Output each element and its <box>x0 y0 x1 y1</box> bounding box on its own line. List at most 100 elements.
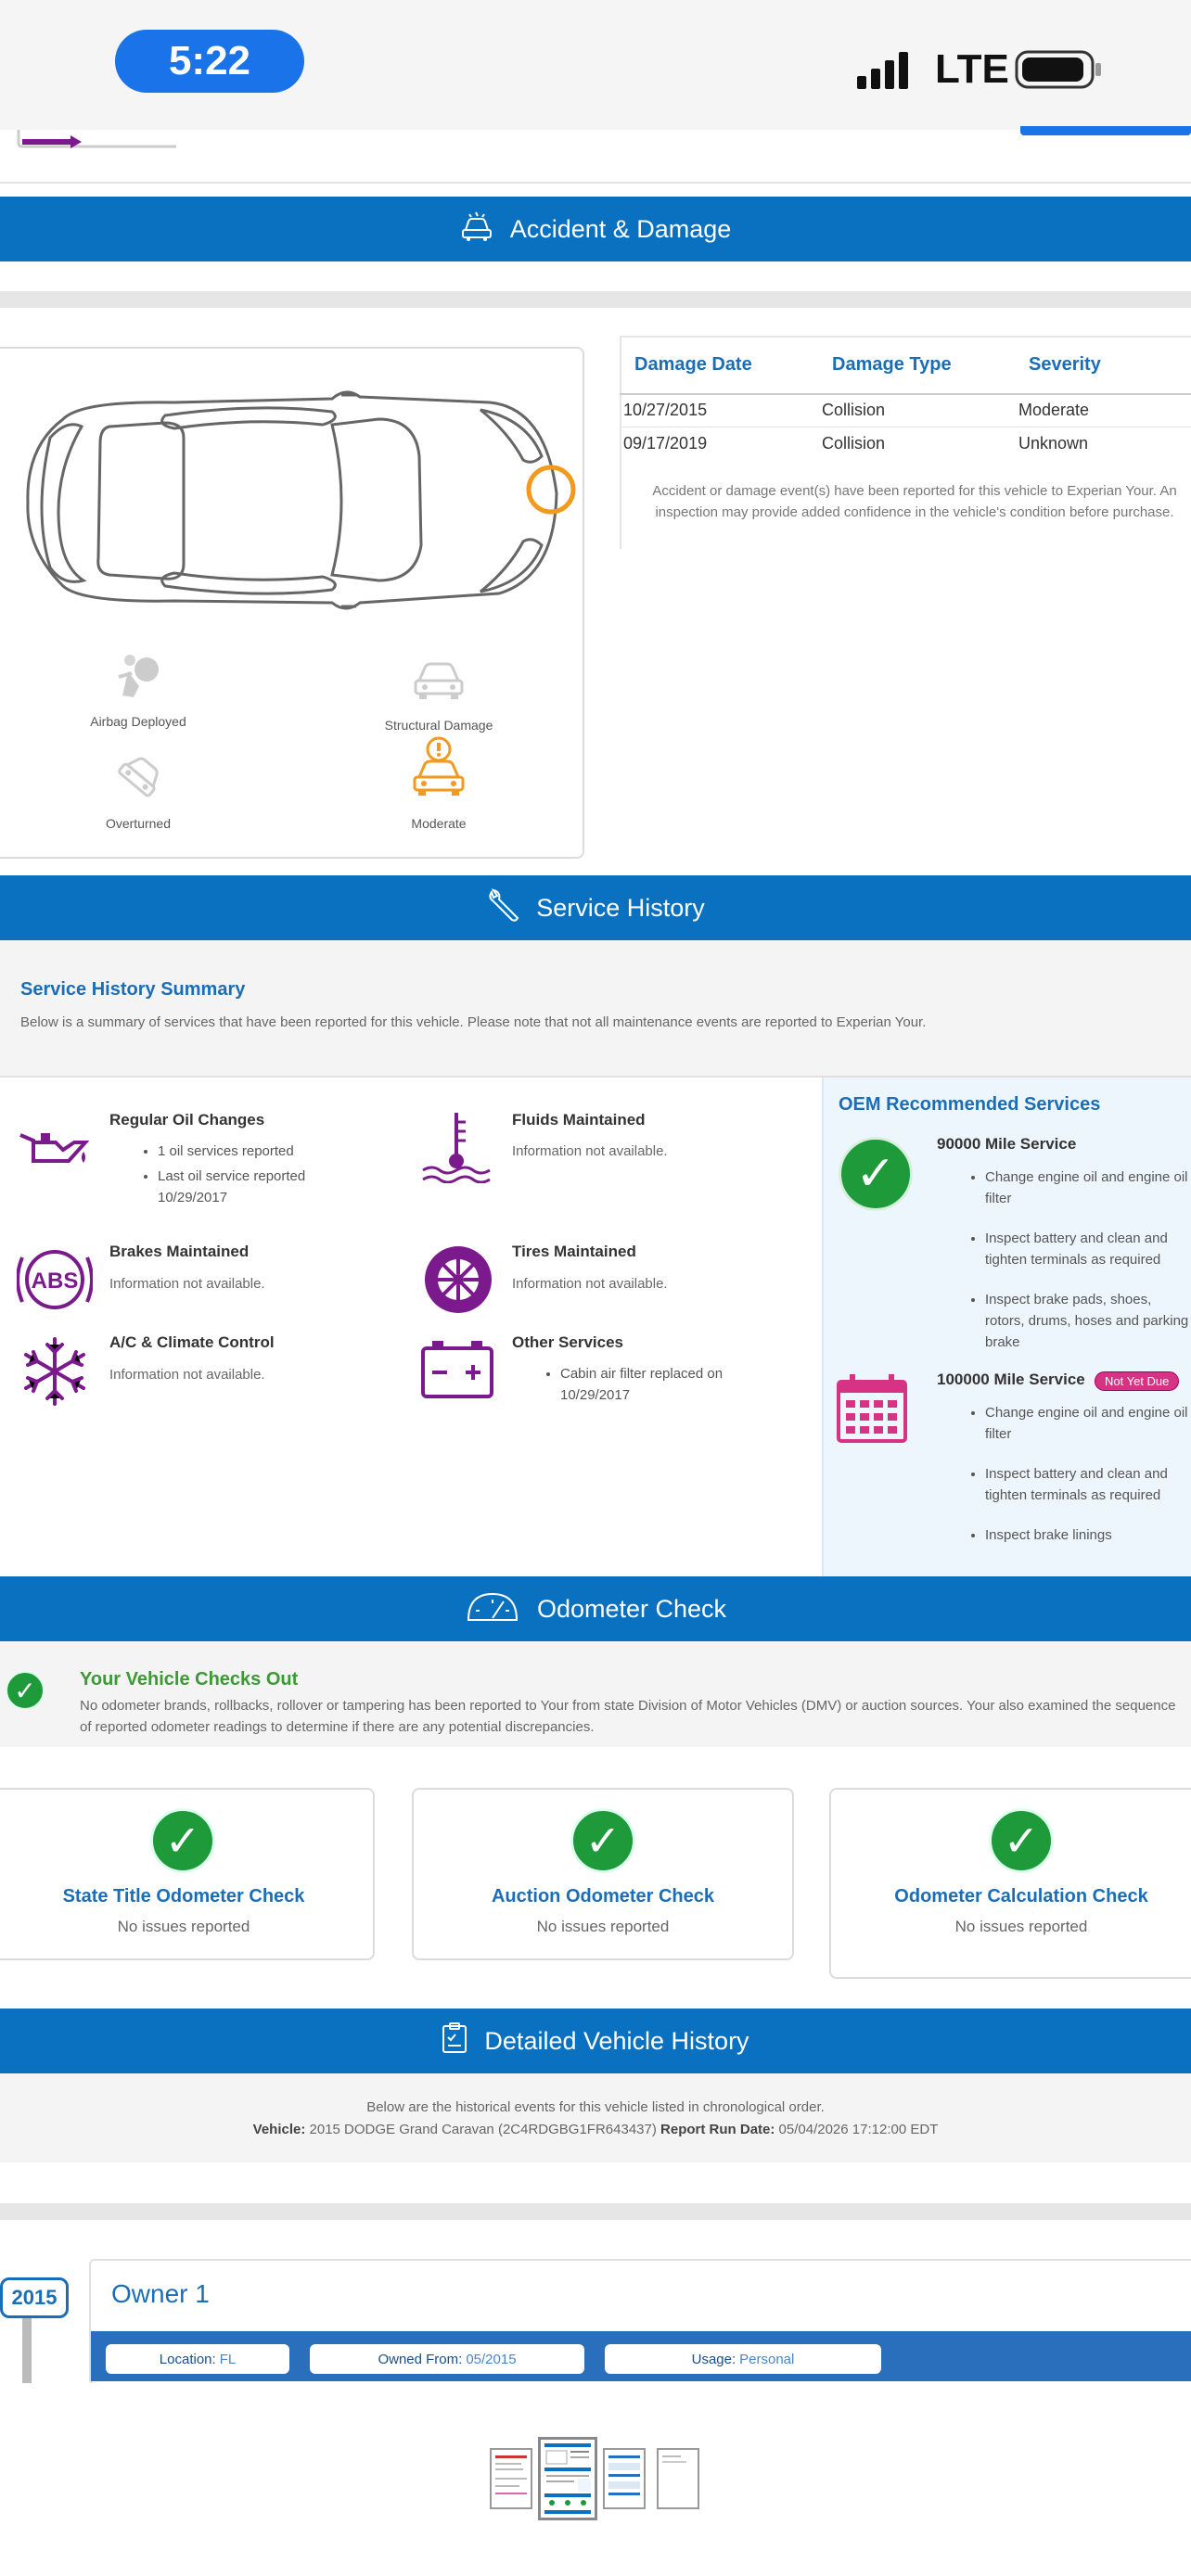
history-intro: Below are the historical events for this… <box>366 2099 825 2115</box>
run-date-label: Report Run Date: <box>660 2122 775 2137</box>
oem-1-item-2: Inspect battery and clean and tighten te… <box>985 1228 1191 1270</box>
car-damage-icon <box>460 211 493 248</box>
oem-title: OEM Recommended Services <box>839 1094 1101 1115</box>
back-arrow-icon[interactable] <box>9 130 184 154</box>
location-value: FL <box>219 2351 237 2367</box>
other-list: Cabin air filter replaced on 10/29/2017 <box>540 1363 762 1409</box>
ac-text: Information not available. <box>109 1367 265 1383</box>
page-thumbnail[interactable] <box>603 2448 646 2509</box>
card-3-sub: No issues reported <box>954 1918 1088 1935</box>
service-summary-panel <box>0 940 1191 1078</box>
row2-severity: Unknown <box>1018 434 1089 453</box>
wrench-icon <box>486 887 519 928</box>
status-time: 5:22 <box>115 30 304 93</box>
accident-section-header: Accident & Damage <box>0 197 1191 261</box>
structural-damage-icon <box>412 658 466 701</box>
ok-check-icon: ✓ <box>6 1671 45 1710</box>
table-row: 09/17/2019 Collision Unknown <box>623 434 1191 464</box>
brakes-text: Information not available. <box>109 1276 265 1292</box>
calendar-icon <box>835 1372 909 1445</box>
overturned-label: Overturned <box>105 816 172 831</box>
tires-text: Information not available. <box>512 1276 668 1292</box>
vehicle-label: Vehicle: <box>252 2122 306 2137</box>
oem-2-item-3: Inspect brake linings <box>985 1524 1191 1546</box>
oil-title: Regular Oil Changes <box>109 1111 265 1129</box>
usage-label: Usage: <box>691 2351 736 2367</box>
oem-service-1-title: 90000 Mile Service <box>937 1135 1077 1153</box>
odometer-ok-text: No odometer brands, rollbacks, rollover … <box>80 1698 1176 1735</box>
tires-title: Tires Maintained <box>512 1243 636 1260</box>
card-2-sub: No issues reported <box>536 1918 670 1935</box>
history-section-header: Detailed Vehicle History <box>0 2009 1191 2073</box>
card-2-title: Auction Odometer Check <box>491 1886 715 1906</box>
battery-icon <box>1015 50 1104 89</box>
usage-pill: Usage: Personal <box>605 2344 881 2374</box>
page-thumbnail[interactable] <box>657 2448 699 2509</box>
service-summary-title: Service History Summary <box>20 979 246 1000</box>
network-label: LTE <box>935 46 1009 92</box>
card-3-check-icon: ✓ <box>989 1808 1054 1873</box>
snowflake-icon <box>20 1335 89 1408</box>
fluids-icon <box>419 1109 493 1184</box>
page-thumbnail-current[interactable] <box>538 2437 597 2520</box>
speedometer-icon <box>465 1590 520 1628</box>
oil-can-icon <box>17 1124 91 1176</box>
not-yet-due-badge: Not Yet Due <box>1095 1371 1180 1391</box>
ac-title: A/C & Climate Control <box>109 1333 275 1351</box>
card-1-check-icon: ✓ <box>150 1808 215 1873</box>
row1-date: 10/27/2015 <box>623 401 708 419</box>
usage-value: Personal <box>739 2351 795 2367</box>
impact-marker-icon <box>525 464 577 516</box>
service-summary-text: Below is a summary of services that have… <box>20 1014 927 1030</box>
gray-strip <box>0 2203 1191 2220</box>
odometer-section-title: Odometer Check <box>536 1594 727 1623</box>
car-topview-diagram <box>26 382 583 619</box>
abs-brake-icon: ABS <box>16 1246 94 1313</box>
oem-1-item-3: Inspect brake pads, shoes, rotors, drums… <box>985 1289 1191 1353</box>
oem-service-2-list: Change engine oil and engine oil filter … <box>965 1402 1191 1549</box>
location-label: Location: <box>159 2351 216 2367</box>
service-section-header: Service History <box>0 875 1191 940</box>
oem-service-2-title: 100000 Mile Service <box>937 1371 1085 1388</box>
card-1-title: State Title Odometer Check <box>62 1886 305 1906</box>
oil-list: 1 oil services reported Last oil service… <box>137 1141 332 1208</box>
signal-icon <box>857 48 922 89</box>
owner-title: Owner 1 <box>111 2279 210 2308</box>
run-date-value: 05/04/2026 17:12:00 EDT <box>778 2122 939 2137</box>
vehicle-value: 2015 DODGE Grand Caravan (2C4RDGBG1FR643… <box>309 2122 657 2137</box>
row1-type: Collision <box>822 401 886 419</box>
battery-service-icon <box>419 1339 495 1400</box>
owned-from-value: 05/2015 <box>466 2351 517 2367</box>
owned-from-label: Owned From: <box>378 2351 463 2367</box>
timeline-line <box>22 2318 32 2383</box>
tire-icon <box>423 1244 493 1315</box>
gray-strip <box>0 291 1191 308</box>
brakes-title: Brakes Maintained <box>109 1243 250 1260</box>
odometer-ok-title: Your Vehicle Checks Out <box>80 1669 299 1690</box>
card-2-check-icon: ✓ <box>570 1808 635 1873</box>
airbag-icon <box>113 649 165 701</box>
fluids-title: Fluids Maintained <box>512 1111 646 1129</box>
damage-note: Accident or damage event(s) have been re… <box>652 483 1177 520</box>
row2-date: 09/17/2019 <box>623 434 708 453</box>
structural-damage-label: Structural Damage <box>384 718 493 733</box>
header-damage-type: Damage Type <box>832 354 952 375</box>
header-severity: Severity <box>1029 354 1101 375</box>
moderate-damage-icon <box>410 736 467 797</box>
page-thumbnail[interactable] <box>490 2448 532 2509</box>
header-damage-date: Damage Date <box>634 354 752 375</box>
clipboard-icon <box>442 2021 467 2060</box>
service-section-title: Service History <box>536 893 705 922</box>
airbag-label: Airbag Deployed <box>90 714 186 729</box>
timeline-year-badge: 2015 <box>0 2277 69 2318</box>
history-vehicle-line: Vehicle: 2015 DODGE Grand Caravan (2C4RD… <box>0 2122 1191 2137</box>
oem-2-item-1: Change engine oil and engine oil filter <box>985 1402 1191 1445</box>
oem-1-item-1: Change engine oil and engine oil filter <box>985 1167 1191 1209</box>
other-item-1: Cabin air filter replaced on 10/29/2017 <box>560 1363 762 1406</box>
history-intro-panel <box>0 2073 1191 2162</box>
row1-severity: Moderate <box>1018 401 1090 419</box>
card-1-sub: No issues reported <box>117 1918 250 1935</box>
top-button-remnant[interactable] <box>1020 126 1191 135</box>
other-title: Other Services <box>512 1333 624 1351</box>
oem-2-item-2: Inspect battery and clean and tighten te… <box>985 1463 1191 1506</box>
